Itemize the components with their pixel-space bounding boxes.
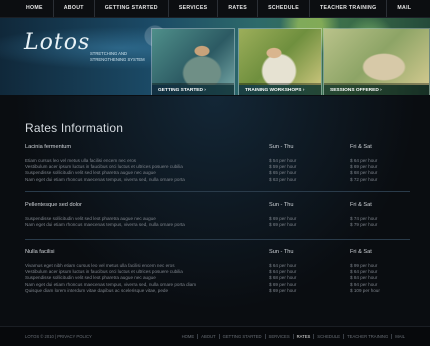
panel-training-workshops[interactable]: TRAINING WORKSHOPS ›	[238, 28, 322, 95]
footer-nav-getting-started[interactable]: GETTING STARTED	[220, 334, 266, 339]
footer-nav-mail[interactable]: MAIL	[392, 334, 408, 339]
section-divider	[25, 239, 410, 240]
section-title: Pellentesque sed dolor	[25, 202, 82, 208]
column-weekday: Sun - Thu	[269, 202, 294, 208]
rates-section: Pellentesque sed dolor Sun - Thu Fri & S…	[25, 202, 410, 228]
nav-mail[interactable]: MAIL	[387, 0, 421, 17]
footer: LOTOS © 2010 | PRIVACY POLICY HOME ABOUT…	[0, 326, 430, 346]
section-header: Nulla facilisi Sun - Thu Fri & Sat	[25, 249, 410, 259]
panel-caption: SESSIONS OFFERED ›	[324, 83, 429, 95]
page-title: Rates Information	[25, 121, 124, 135]
section-header: Pellentesque sed dolor Sun - Thu Fri & S…	[25, 202, 410, 212]
nav-getting-started[interactable]: GETTING STARTED	[95, 0, 169, 17]
nav-about[interactable]: ABOUT	[54, 0, 95, 17]
hero-banner: Lotos STRETCHING AND STRENGTHENING SYSTE…	[0, 18, 430, 95]
panel-getting-started[interactable]: GETTING STARTED ›	[151, 28, 235, 95]
column-weekend: Fri & Sat	[350, 249, 372, 255]
footer-nav-about[interactable]: ABOUT	[198, 334, 220, 339]
footer-nav: HOME ABOUT GETTING STARTED SERVICES RATE…	[179, 334, 408, 339]
footer-nav-services[interactable]: SERVICES	[266, 334, 294, 339]
panel-caption: GETTING STARTED ›	[152, 83, 234, 95]
logo[interactable]: Lotos	[24, 30, 90, 55]
nav-rates[interactable]: RATES	[218, 0, 259, 17]
column-weekend: Fri & Sat	[350, 144, 372, 150]
nav-teacher-training[interactable]: TEACHER TRAINING	[310, 0, 388, 17]
rate-row: Nam eget dui etiam rhoncus maecenas temp…	[25, 176, 378, 182]
section-divider	[25, 191, 410, 192]
rates-section: Lacinia fermentum Sun - Thu Fri & Sat Et…	[25, 144, 410, 183]
footer-nav-rates[interactable]: RATES	[294, 334, 315, 339]
panel-image	[152, 29, 234, 85]
main-content: Rates Information Lacinia fermentum Sun …	[0, 96, 430, 326]
nav-schedule[interactable]: SCHEDULE	[258, 0, 311, 17]
column-weekday: Sun - Thu	[269, 144, 294, 150]
panel-image	[239, 29, 321, 85]
section-title: Nulla facilisi	[25, 249, 55, 255]
footer-nav-schedule[interactable]: SCHEDULE	[314, 334, 345, 339]
panel-sessions-offered[interactable]: SESSIONS OFFERED ›	[323, 28, 430, 95]
panel-caption: TRAINING WORKSHOPS ›	[239, 83, 321, 95]
nav-services[interactable]: SERVICES	[169, 0, 219, 17]
section-title: Lacinia fermentum	[25, 144, 72, 150]
copyright[interactable]: LOTOS © 2010 | PRIVACY POLICY	[25, 334, 92, 339]
column-weekend: Fri & Sat	[350, 202, 372, 208]
footer-nav-teacher-training[interactable]: TEACHER TRAINING	[344, 334, 393, 339]
column-weekday: Sun - Thu	[269, 249, 294, 255]
panel-image	[324, 29, 429, 85]
rate-row: Nam eget dui etiam rhoncus maecenas temp…	[25, 222, 378, 228]
nav-home[interactable]: HOME	[0, 0, 54, 17]
section-header: Lacinia fermentum Sun - Thu Fri & Sat	[25, 144, 410, 154]
top-nav: HOME ABOUT GETTING STARTED SERVICES RATE…	[0, 0, 430, 18]
rates-section: Nulla facilisi Sun - Thu Fri & Sat Vivam…	[25, 249, 410, 294]
rate-row: Quisque diam lorem interdum vitae dapibu…	[25, 287, 380, 293]
logo-tagline: STRETCHING AND STRENGTHENING SYSTEM	[90, 51, 145, 62]
footer-nav-home[interactable]: HOME	[179, 334, 199, 339]
